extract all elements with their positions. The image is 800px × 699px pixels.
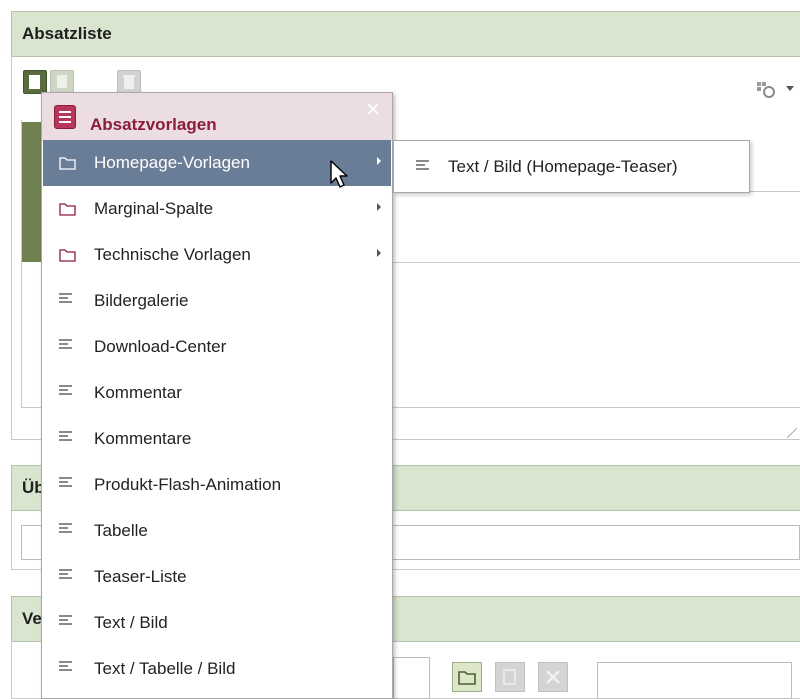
template-icon: [59, 661, 72, 672]
menu-item-label: Kommentar: [94, 383, 182, 402]
menu-item-kommentar[interactable]: Kommentar: [43, 370, 391, 416]
resize-handle-icon[interactable]: [786, 423, 798, 439]
submenu-arrow-icon: [377, 157, 381, 165]
open-folder-button[interactable]: [452, 662, 482, 692]
template-icon: [59, 385, 72, 396]
menu-item-produkt-flash-animation[interactable]: Produkt-Flash-Animation: [43, 462, 391, 508]
submenu-item-label[interactable]: Text / Bild (Homepage-Teaser): [448, 157, 678, 177]
trash-icon: [123, 75, 135, 89]
template-icon: [59, 477, 72, 488]
folder-icon: [59, 247, 76, 267]
template-list-icon: [54, 105, 76, 129]
absatzliste-title: Absatzliste: [22, 24, 112, 43]
menu-title: Absatzvorlagen: [90, 115, 217, 134]
template-icon: [59, 339, 72, 350]
submenu-arrow-icon: [377, 203, 381, 211]
new-document-icon: [29, 75, 40, 89]
template-icon: [59, 431, 72, 442]
menu-item-label: Bildergalerie: [94, 291, 189, 310]
folder-icon: [59, 155, 76, 175]
list-border-left: [21, 120, 22, 407]
list-divider: [393, 262, 800, 263]
absatzliste-header: Absatzliste: [11, 11, 800, 57]
preview-icon: [503, 669, 516, 685]
folder-open-icon: [458, 671, 476, 685]
close-icon: [546, 670, 560, 684]
template-icon: [59, 615, 72, 626]
menu-item-label: Technische Vorlagen: [94, 245, 251, 264]
menu-item-label: Marginal-Spalte: [94, 199, 214, 218]
template-icon: [59, 569, 72, 580]
preview-button[interactable]: [495, 662, 525, 692]
section3-title: Ve: [22, 609, 42, 628]
section3-field[interactable]: [597, 662, 792, 699]
folder-icon: [59, 201, 76, 221]
menu-item-marginal-spalte[interactable]: Marginal-Spalte: [43, 186, 391, 232]
menu-item-label: Produkt-Flash-Animation: [94, 475, 282, 494]
edit-document-icon: [57, 75, 67, 88]
gear-icon: [757, 82, 794, 98]
menu-item-text-tabelle-bild[interactable]: Text / Tabelle / Bild: [43, 646, 391, 692]
menu-item-technische-vorlagen[interactable]: Technische Vorlagen: [43, 232, 391, 278]
remove-button[interactable]: [538, 662, 568, 692]
menu-item-download-center[interactable]: Download-Center: [43, 324, 391, 370]
menu-item-label: Text / Bild: [94, 613, 168, 632]
paragraph-marker: [22, 122, 42, 262]
template-icon: [416, 160, 429, 171]
menu-item-text-bild[interactable]: Text / Bild: [43, 600, 391, 646]
mouse-cursor-icon: [330, 160, 348, 188]
menu-header: Absatzvorlagen ×: [42, 93, 392, 141]
new-paragraph-button[interactable]: [23, 70, 47, 94]
menu-item-bildergalerie[interactable]: Bildergalerie: [43, 278, 391, 324]
close-icon[interactable]: ×: [362, 98, 384, 122]
submenu-arrow-icon: [377, 249, 381, 257]
template-icon: [59, 523, 72, 534]
section3-input[interactable]: [393, 657, 430, 699]
menu-item-teaser-liste[interactable]: Teaser-Liste: [43, 554, 391, 600]
edit-paragraph-button[interactable]: [50, 70, 74, 94]
menu-item-label: Tabelle: [94, 521, 148, 540]
menu-item-kommentare[interactable]: Kommentare: [43, 416, 391, 462]
menu-item-tabelle[interactable]: Tabelle: [43, 508, 391, 554]
template-icon: [59, 293, 72, 304]
menu-item-label: Download-Center: [94, 337, 227, 356]
menu-item-label: Kommentare: [94, 429, 192, 448]
menu-item-label: Homepage-Vorlagen: [94, 153, 250, 172]
homepage-vorlagen-submenu: Text / Bild (Homepage-Teaser): [393, 140, 750, 193]
menu-item-label: Text / Tabelle / Bild: [94, 659, 236, 678]
menu-item-label: Teaser-Liste: [94, 567, 187, 586]
delete-paragraph-button[interactable]: [117, 70, 141, 94]
settings-dropdown-button[interactable]: [756, 80, 796, 100]
section2-title: Üb: [22, 478, 45, 497]
